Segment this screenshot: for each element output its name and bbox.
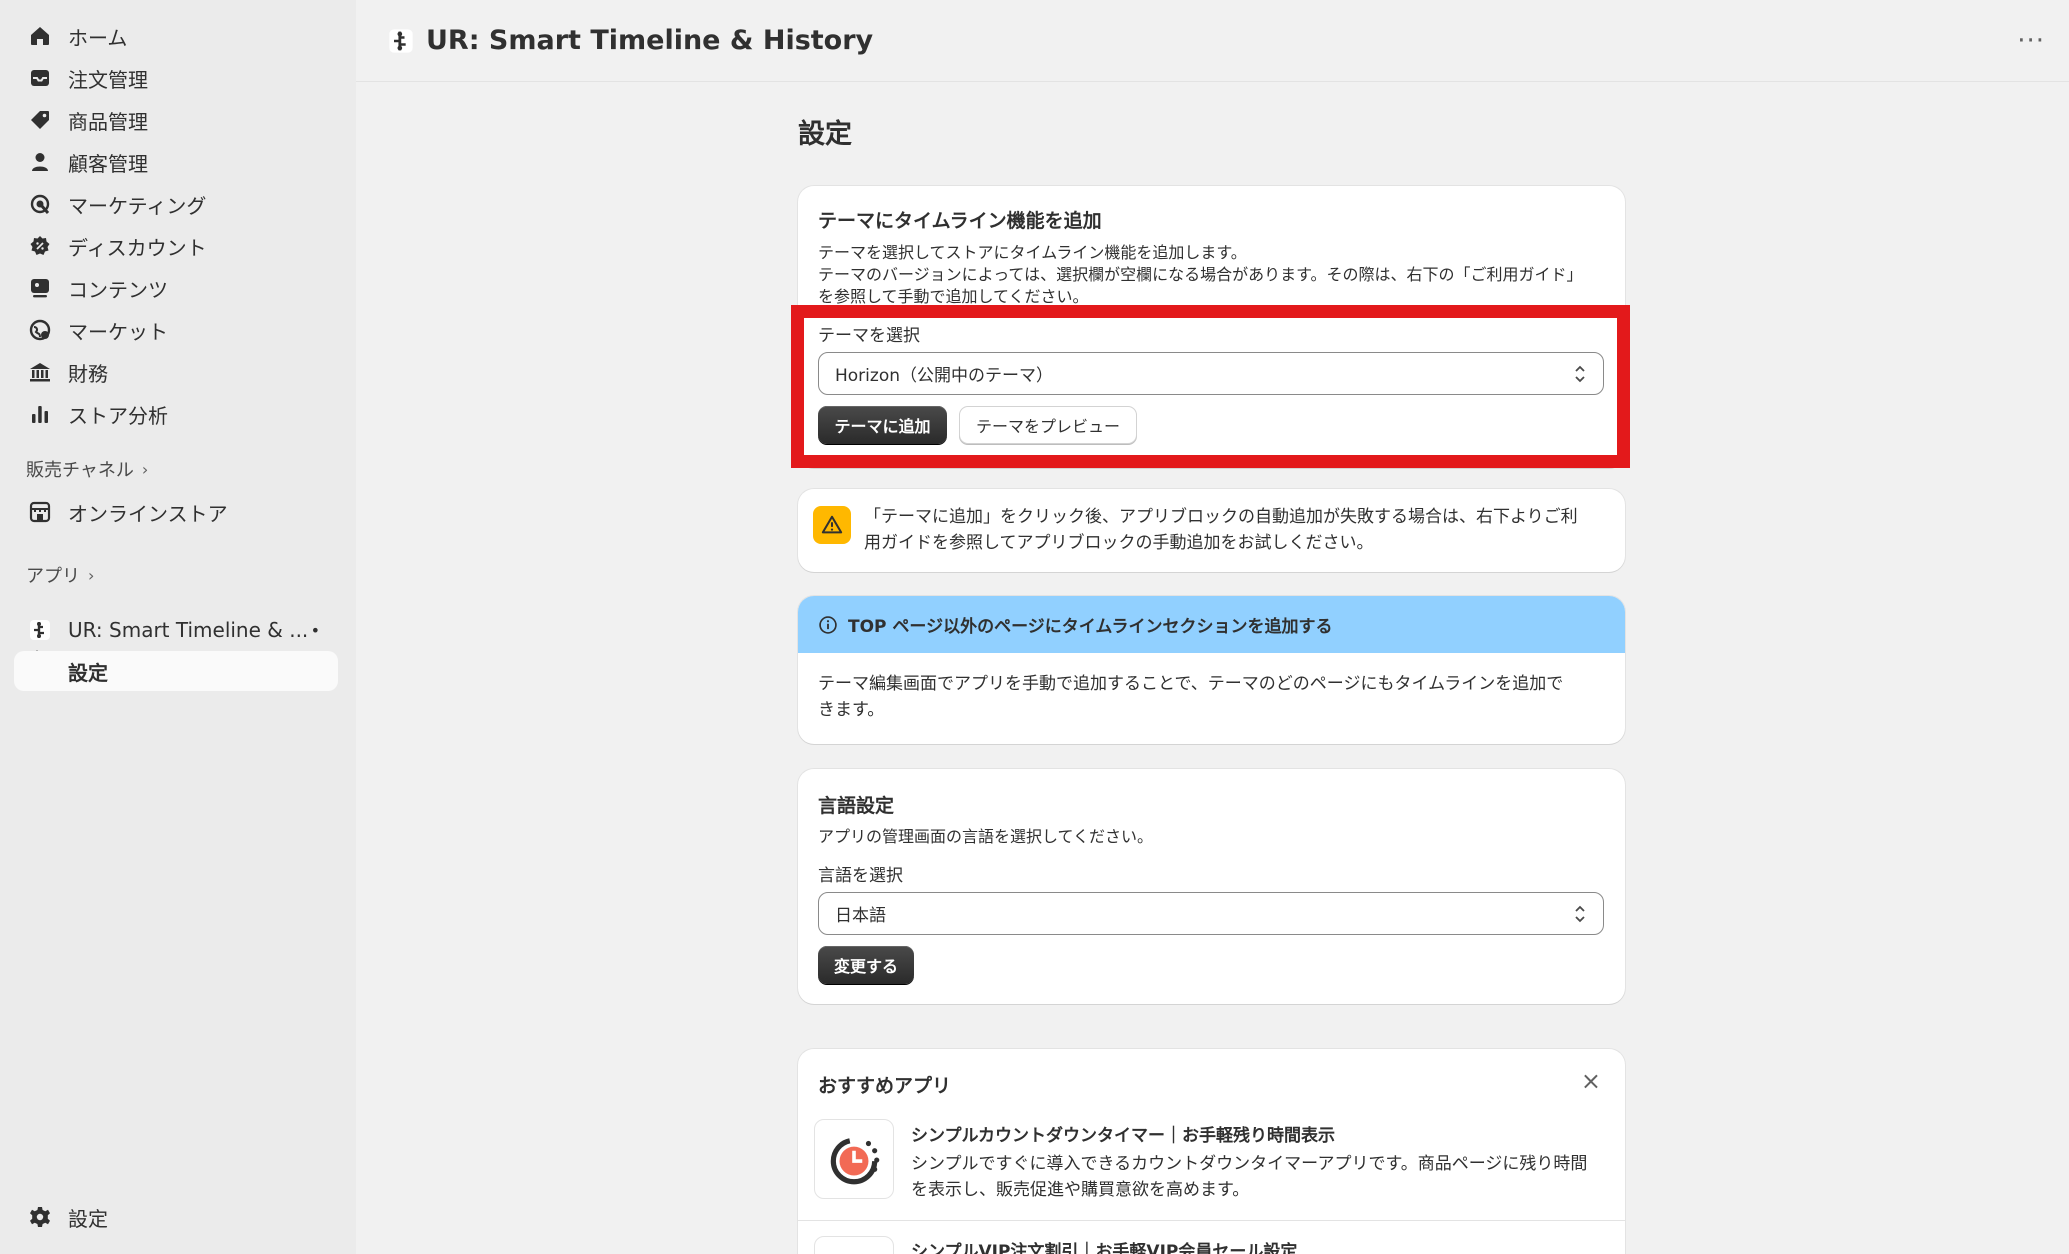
more-options-icon[interactable]: ··· (2017, 26, 2045, 56)
rec-app-desc-1: シンプルですぐに導入できるカウントダウンタイマーアプリです。商品ページに残り時間 (911, 1154, 1588, 1174)
theme-select[interactable]: Horizon（公開中のテーマ） (818, 352, 1604, 395)
sidebar-item-orders[interactable]: 注文管理 (14, 58, 338, 98)
theme-card-desc-1: テーマを選択してストアにタイムライン機能を追加します。 (818, 243, 1247, 262)
sidebar-item-label: コンテンツ (68, 277, 168, 302)
sidebar-item-label: 財務 (68, 361, 108, 386)
tag-icon (28, 108, 52, 132)
store-icon (28, 500, 52, 524)
language-card-title: 言語設定 (818, 795, 895, 817)
sidebar-item-label: 設定 (68, 1206, 108, 1231)
sidebar-item-label: マーケティング (68, 193, 207, 218)
theme-card-desc-3: を参照して手動で追加してください。 (818, 287, 1089, 306)
target-icon (28, 192, 52, 216)
sidebar-item-label: 注文管理 (68, 67, 148, 92)
sidebar-item-products[interactable]: 商品管理 (14, 100, 338, 140)
sidebar-item-label: 顧客管理 (68, 151, 148, 176)
apps-label: アプリ (26, 566, 80, 587)
sidebar-item-settings[interactable]: 設定 (14, 1197, 338, 1237)
change-language-button[interactable]: 変更する (818, 946, 914, 984)
warning-text-2: 用ガイドを参照してアプリブロックの手動追加をお試しください。 (864, 533, 1374, 553)
app-timeline-icon (386, 26, 416, 56)
preview-theme-button[interactable]: テーマをプレビュー (959, 406, 1137, 444)
person-icon (28, 150, 52, 174)
sidebar-item-label: UR: Smart Timeline & ... (68, 618, 309, 642)
inbox-icon (28, 66, 52, 90)
bar-chart-icon (28, 402, 52, 426)
sidebar-item-label: オンラインストア (68, 501, 228, 526)
select-arrows-icon (1575, 365, 1585, 383)
sidebar: ホーム 注文管理 商品管理 顧客管理 マーケティング ディスカウント コンテンツ… (0, 0, 356, 1254)
language-card-desc: アプリの管理画面の言語を選択してください。 (818, 827, 1154, 846)
info-card: TOP ページ以外のページにタイムラインセクションを追加する テーマ編集画面でア… (798, 596, 1625, 744)
warning-card: 「テーマに追加」をクリック後、アプリブロックの自動追加が失敗する場合は、右下より… (798, 489, 1625, 572)
app-header: UR: Smart Timeline & History ··· (356, 0, 2069, 82)
sales-channels-heading[interactable]: 販売チャネル › (26, 454, 148, 484)
chevron-right-icon: › (141, 459, 149, 479)
info-text-1: テーマ編集画面でアプリを手動で追加することで、テーマのどのページにもタイムライン… (818, 674, 1564, 694)
rec-app-name[interactable]: シンプルカウントダウンタイマー｜お手軽残り時間表示 (911, 1121, 1335, 1146)
sidebar-item-markets[interactable]: マーケット (14, 310, 338, 350)
apps-heading[interactable]: アプリ › (26, 560, 94, 590)
gear-icon (28, 1205, 52, 1229)
language-select-label: 言語を選択 (818, 866, 903, 886)
sidebar-item-label: 商品管理 (68, 109, 148, 134)
countdown-timer-app-icon (814, 1119, 894, 1199)
sidebar-item-content[interactable]: コンテンツ (14, 268, 338, 308)
sidebar-item-label: ホーム (68, 25, 128, 50)
app-timeline-icon (28, 618, 52, 642)
pin-dot-icon[interactable]: • (311, 621, 320, 640)
theme-card: テーマにタイムライン機能を追加 テーマを選択してストアにタイムライン機能を追加し… (798, 186, 1625, 468)
sidebar-item-label: ストア分析 (68, 403, 168, 428)
info-icon (818, 615, 838, 635)
add-to-theme-button[interactable]: テーマに追加 (818, 406, 947, 444)
close-icon[interactable]: × (1581, 1067, 1601, 1095)
sidebar-item-marketing[interactable]: マーケティング (14, 184, 338, 224)
content-icon (28, 276, 52, 300)
language-card: 言語設定 アプリの管理画面の言語を選択してください。 言語を選択 日本語 変更す… (798, 769, 1625, 1004)
globe-icon (28, 318, 52, 342)
bank-icon (28, 360, 52, 384)
chevron-right-icon: › (88, 565, 95, 585)
language-select-value: 日本語 (835, 906, 886, 926)
sidebar-item-app[interactable]: UR: Smart Timeline & ... • (14, 610, 338, 650)
sidebar-item-app-settings[interactable]: 設定 (14, 651, 338, 691)
page-title: 設定 (798, 119, 852, 150)
sidebar-item-home[interactable]: ホーム (14, 16, 338, 56)
language-select[interactable]: 日本語 (818, 892, 1604, 935)
sales-channels-label: 販売チャネル (26, 460, 134, 481)
sidebar-item-label: ディスカウント (68, 235, 207, 260)
theme-card-title: テーマにタイムライン機能を追加 (818, 210, 1102, 232)
recommended-apps-card: おすすめアプリ × シンプルカウントダウンタイマー｜お手軽残り時間表示 シンプル… (798, 1049, 1625, 1254)
sidebar-item-label: 設定 (68, 660, 108, 685)
warning-text-1: 「テーマに追加」をクリック後、アプリブロックの自動追加が失敗する場合は、右下より… (864, 507, 1578, 527)
app-title: UR: Smart Timeline & History (426, 25, 874, 56)
sidebar-item-label: マーケット (68, 319, 168, 344)
info-banner-title: TOP ページ以外のページにタイムラインセクションを追加する (848, 617, 1333, 637)
sidebar-item-analytics[interactable]: ストア分析 (14, 394, 338, 434)
recommended-title: おすすめアプリ (818, 1075, 952, 1097)
select-arrows-icon (1575, 905, 1585, 923)
divider (798, 1220, 1625, 1221)
info-text-2: きます。 (818, 700, 885, 720)
sidebar-item-discounts[interactable]: ディスカウント (14, 226, 338, 266)
warning-icon (813, 506, 851, 544)
discount-icon (28, 234, 52, 258)
theme-select-value: Horizon（公開中のテーマ） (835, 366, 1053, 386)
sidebar-item-customers[interactable]: 顧客管理 (14, 142, 338, 182)
info-banner-header: TOP ページ以外のページにタイムラインセクションを追加する (798, 596, 1625, 653)
rec-app-name[interactable]: シンプルVIP注文割引｜お手軽VIP会員セール設定 (911, 1237, 1297, 1254)
sidebar-item-finance[interactable]: 財務 (14, 352, 338, 392)
home-icon (28, 24, 52, 48)
theme-card-desc-2: テーマのバージョンによっては、選択欄が空欄になる場合があります。その際は、右下の… (818, 265, 1583, 284)
vip-discount-app-icon (814, 1236, 894, 1254)
sidebar-item-online-store[interactable]: オンラインストア (14, 492, 338, 532)
rec-app-desc-2: を表示し、販売促進や購買意欲を高めます。 (911, 1180, 1250, 1200)
theme-select-label: テーマを選択 (818, 326, 920, 346)
